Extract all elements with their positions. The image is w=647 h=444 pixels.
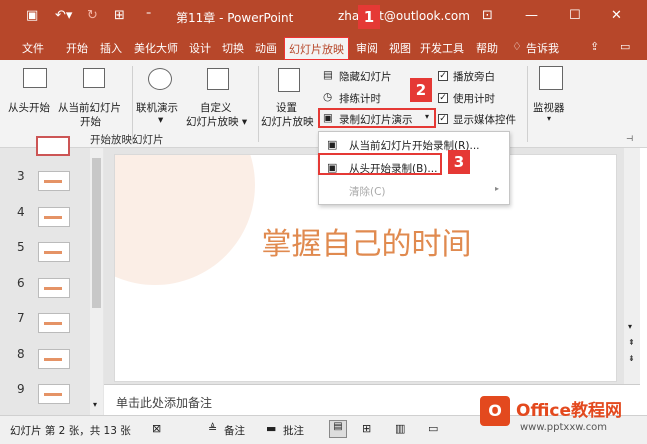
comment-icon[interactable]: ▭ [620,40,630,53]
watermark: O Office教程网 www.pptxxw.com [476,390,644,442]
slideshow-start-icon [23,68,47,88]
tab-file[interactable]: 文件 [22,40,44,56]
setup-icon [278,68,300,92]
monitor-icon [539,66,563,90]
separator [132,66,133,142]
step-badge-3: 3 [448,150,470,174]
slide-thumbnail[interactable] [38,207,70,227]
tab-view[interactable]: 视图 [389,40,411,56]
redo-icon[interactable]: ↻ [87,8,98,23]
slide-thumbnail[interactable] [38,313,70,333]
reading-view-icon[interactable]: ▥ [395,422,405,435]
step-badge-2: 2 [410,78,432,102]
play-narrations-checkbox[interactable]: ✓ [438,71,448,81]
comments-button[interactable]: 批注 [283,423,304,438]
highlight-box [318,153,442,175]
slide-counter: 幻灯片 第 2 张，共 13 张 [10,425,131,437]
show-media-checkbox[interactable]: ✓ [438,114,448,124]
slide-thumbnail-selected[interactable] [36,136,70,156]
notes-toggle-button[interactable]: 备注 [224,423,245,438]
slideshow-current-icon [83,68,105,88]
tab-developer[interactable]: 开发工具 [420,40,464,56]
scroll-down-icon[interactable]: ▾ [628,322,632,331]
separator [527,66,528,142]
window-title: 第11章 - PowerPoint [176,11,294,25]
customize-qat-icon[interactable]: ⁼ [146,10,151,21]
thumbnail-scrollbar[interactable]: ▾ [90,148,103,415]
chevron-down-icon: ▾ [547,114,552,123]
tab-slideshow[interactable]: 幻灯片放映 [284,37,349,60]
collapse-ribbon-icon[interactable]: ⊣ [626,134,633,143]
use-timings-checkbox[interactable]: ✓ [438,93,448,103]
watermark-url: www.pptxxw.com [520,422,608,433]
accessibility-icon[interactable]: ⊠ [152,422,161,435]
step-badge-1: 1 [358,5,380,29]
close-icon[interactable]: ✕ [611,8,622,23]
scroll-thumb[interactable] [92,158,101,308]
slide-thumbnail-pane: 3 4 5 6 7 8 9 ▾ [0,136,104,415]
slide-thumbnail[interactable] [38,242,70,262]
record-icon: ▣ [327,138,338,151]
slideshow-view-icon[interactable]: ▭ [428,422,438,435]
tab-tell-me[interactable]: 告诉我 [526,40,559,56]
globe-icon [148,68,172,90]
tab-beautify[interactable]: 美化大师 [134,40,178,56]
custom-show-icon [207,68,229,90]
normal-view-icon[interactable]: ▤ [329,420,347,438]
hide-slide-icon: ▤ [323,69,333,81]
lightbulb-icon: ♢ [512,40,522,53]
tab-help[interactable]: 帮助 [476,40,498,56]
slide-thumbnail[interactable] [38,349,70,369]
slide-scrollbar[interactable]: ▾ ⇞ ⇟ [624,148,640,384]
scroll-down-icon[interactable]: ▾ [93,400,97,409]
tab-home[interactable]: 开始 [66,40,88,56]
ribbon-display-icon[interactable]: ⊡ [482,8,493,23]
submenu-arrow-icon: ▸ [495,184,500,193]
tab-design[interactable]: 设计 [189,40,211,56]
comments-icon[interactable]: ▬ [266,422,276,435]
watermark-brand: Office教程网 [516,401,623,421]
save-icon[interactable]: ▣ [26,8,38,23]
slide-sorter-icon[interactable]: ⊞ [362,422,371,435]
notes-toggle-icon[interactable]: ≜ [208,422,217,435]
slide-title[interactable]: 掌握自己的时间 [115,219,616,263]
notes-placeholder[interactable]: 单击此处添加备注 [116,394,212,411]
prev-slide-icon[interactable]: ⇞ [628,338,635,347]
undo-icon[interactable]: ↶▾ [55,8,72,23]
slide-thumbnail[interactable] [38,384,70,404]
maximize-icon[interactable]: ☐ [569,8,581,23]
slide-thumbnail[interactable] [38,171,70,191]
next-slide-icon[interactable]: ⇟ [628,354,635,363]
tab-transitions[interactable]: 切换 [222,40,244,56]
present-icon[interactable]: ⊞ [114,8,125,23]
minimize-icon[interactable]: — [525,8,538,23]
tab-insert[interactable]: 插入 [100,40,122,56]
slide-thumbnail[interactable] [38,278,70,298]
ribbon-tabs: 文件 开始 插入 美化大师 设计 切换 动画 幻灯片放映 审阅 视图 开发工具 … [0,34,647,60]
share-icon[interactable]: ⇪ [590,40,599,53]
highlight-box [318,108,436,128]
tab-review[interactable]: 审阅 [356,40,378,56]
timer-icon: ◷ [323,91,333,103]
group-label-start: 开始放映幻灯片 [90,134,164,146]
separator [258,66,259,142]
tab-animations[interactable]: 动画 [255,40,277,56]
menu-item-clear[interactable]: 清除(C) ▸ [319,180,509,202]
office-logo-icon: O [480,396,510,426]
title-bar: ▣ ↶▾ ↻ ⊞ ⁼ 第11章 - PowerPoint zhangtt@out… [0,0,647,34]
